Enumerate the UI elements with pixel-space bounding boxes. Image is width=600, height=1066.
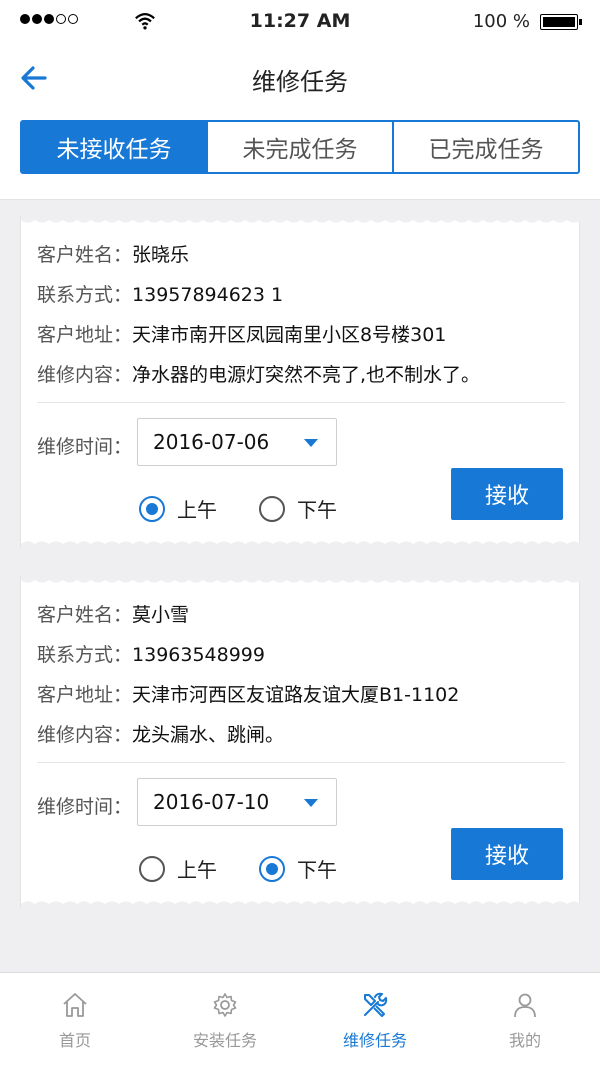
card-edge-top xyxy=(21,575,581,583)
radio-checked-icon xyxy=(259,855,285,882)
phone-number: 13963548999 xyxy=(132,644,265,666)
phone-row: 联系方式：13957894623 1 xyxy=(37,284,284,306)
bottom-tab-bar: 首页 安装任务 维修任务 我的 xyxy=(0,972,600,1066)
address-row: 客户地址：天津市河西区友谊路友谊大厦B1-1102 xyxy=(37,684,460,706)
user-icon xyxy=(514,993,536,1018)
task-card: 客户姓名：张晓乐 联系方式：13957894623 1 客户地址：天津市南开区凤… xyxy=(20,215,581,549)
card-edge-top xyxy=(21,215,581,223)
tabbar-install[interactable]: 安装任务 xyxy=(150,973,300,1066)
customer-name: 莫小雪 xyxy=(132,604,190,626)
address-row: 客户地址：天津市南开区凤园南里小区8号楼301 xyxy=(37,324,447,346)
tabbar-home[interactable]: 首页 xyxy=(0,973,150,1066)
customer-address: 天津市河西区友谊路友谊大厦B1-1102 xyxy=(132,684,460,706)
card-edge-bottom xyxy=(21,541,581,549)
battery-percent: 100 % xyxy=(472,11,530,32)
customer-name-row: 客户姓名：莫小雪 xyxy=(37,604,190,626)
radio-unchecked-icon xyxy=(259,495,285,522)
repair-content: 龙头漏水、跳闸。 xyxy=(132,724,285,746)
radio-pm[interactable]: 下午 xyxy=(259,854,337,883)
page-title: 维修任务 xyxy=(252,68,348,96)
repair-content: 净水器的电源灯突然不亮了,也不制水了。 xyxy=(132,364,481,386)
radio-pm[interactable]: 下午 xyxy=(259,494,337,523)
selected-date: 2016-07-10 xyxy=(153,790,270,814)
accept-button[interactable]: 接收 xyxy=(451,828,563,880)
battery-icon xyxy=(540,14,582,30)
date-select[interactable]: 2016-07-06 xyxy=(137,418,337,466)
status-bar: 11:27 AM 100 % xyxy=(0,0,600,44)
gear-icon xyxy=(213,993,237,1017)
segmented-tabs: 未接收任务 未完成任务 已完成任务 xyxy=(20,120,580,174)
tabs-container: 未接收任务 未完成任务 已完成任务 xyxy=(0,110,600,200)
selected-date: 2016-07-06 xyxy=(153,430,270,454)
tabbar-mine[interactable]: 我的 xyxy=(450,973,600,1066)
customer-address: 天津市南开区凤园南里小区8号楼301 xyxy=(132,324,447,346)
phone-row: 联系方式：13963548999 xyxy=(37,644,265,666)
tab-completed[interactable]: 已完成任务 xyxy=(392,122,578,172)
date-select[interactable]: 2016-07-10 xyxy=(137,778,337,826)
dropdown-caret-icon xyxy=(304,799,318,807)
task-card: 客户姓名：莫小雪 联系方式：13963548999 客户地址：天津市河西区友谊路… xyxy=(20,575,581,909)
radio-checked-icon xyxy=(139,495,165,522)
repair-content-row: 维修内容：龙头漏水、跳闸。 xyxy=(37,724,285,746)
home-icon xyxy=(63,993,87,1017)
radio-am[interactable]: 上午 xyxy=(139,854,217,883)
repair-time-label: 维修时间： xyxy=(37,436,133,458)
card-divider xyxy=(37,762,565,763)
radio-unchecked-icon xyxy=(139,855,165,882)
accept-button[interactable]: 接收 xyxy=(451,468,563,520)
repair-time-label: 维修时间： xyxy=(37,796,133,818)
card-edge-bottom xyxy=(21,901,581,909)
customer-name: 张晓乐 xyxy=(132,244,190,266)
tools-icon xyxy=(364,992,388,1017)
phone-number: 13957894623 1 xyxy=(132,284,284,306)
card-divider xyxy=(37,402,565,403)
tab-unreceived[interactable]: 未接收任务 xyxy=(22,122,206,172)
repair-content-row: 维修内容：净水器的电源灯突然不亮了,也不制水了。 xyxy=(37,364,481,386)
radio-am[interactable]: 上午 xyxy=(139,494,217,523)
customer-name-row: 客户姓名：张晓乐 xyxy=(37,244,190,266)
dropdown-caret-icon xyxy=(304,439,318,447)
tab-incomplete[interactable]: 未完成任务 xyxy=(206,122,392,172)
nav-bar: 维修任务 xyxy=(0,44,600,110)
tabbar-repair[interactable]: 维修任务 xyxy=(300,973,450,1066)
